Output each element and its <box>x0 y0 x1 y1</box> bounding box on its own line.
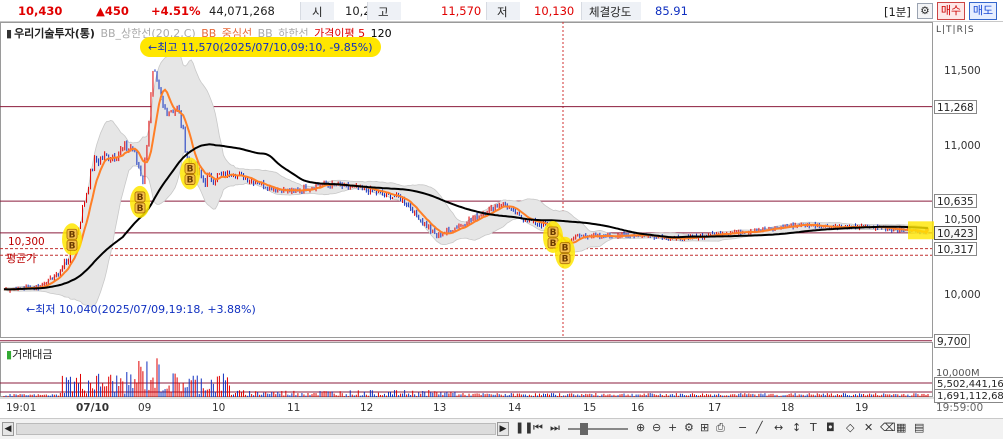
price-pane-frame <box>0 22 933 338</box>
level-10300-label: 10,300 <box>8 236 45 248</box>
time-axis-label: 09 <box>138 402 152 414</box>
buy-marker-label: B <box>187 176 194 186</box>
settings-icon[interactable]: ⚙ <box>684 421 694 434</box>
current-price: 10,430 <box>18 4 63 18</box>
low-price-note: ←최저 10,040(2025/07/09,19:18, +3.88%) <box>26 303 256 316</box>
vertical-line-icon[interactable]: ↕ <box>792 421 801 434</box>
price-axis-tick: 11,000 <box>944 139 981 152</box>
ruler-icon[interactable]: ⊞ <box>700 421 709 434</box>
camera-icon[interactable]: ◘ <box>826 421 835 434</box>
buy-marker-label: B <box>137 193 144 203</box>
time-axis-label: 07/10 <box>76 402 110 414</box>
horizontal-line-icon[interactable]: ↔ <box>774 421 783 434</box>
gear-icon[interactable]: ⚙ <box>917 3 933 19</box>
first-page-icon[interactable]: ⏮ <box>533 421 543 435</box>
zoom-slider-thumb[interactable] <box>580 423 588 435</box>
high-price: 11,570 <box>441 4 482 18</box>
last-page-icon[interactable]: ⏭ <box>550 421 560 435</box>
time-axis-label: 14 <box>508 402 522 414</box>
print-icon[interactable]: ⎙ <box>716 421 725 435</box>
price-change: ▲450 <box>96 4 129 18</box>
buy-marker-label: B <box>550 228 557 238</box>
strength-value: 85.91 <box>655 4 688 18</box>
price-axis-tick: 10,000 <box>944 289 981 301</box>
time-axis-label: 17 <box>708 402 722 414</box>
minus-icon[interactable]: − <box>738 421 747 434</box>
buy-marker-label: B <box>550 239 557 249</box>
stock-name: 우리기술투자(통) <box>14 27 95 40</box>
period-button[interactable]: [1분] <box>884 4 911 20</box>
price-level-label: 10,317 <box>934 241 977 256</box>
time-axis-label: 19:01 <box>6 402 37 414</box>
volume-level-2: 1,691,112,688 <box>934 389 1003 403</box>
price-level-label: 11,268 <box>934 99 977 114</box>
zoom-slider[interactable] <box>568 428 628 430</box>
price-chart[interactable]: BBBBBBBB BB <box>0 22 1003 418</box>
zoom-out-icon[interactable]: ⊖ <box>652 421 661 434</box>
buy-marker-label: B <box>562 255 569 265</box>
price-level-label: 10,423 <box>934 225 977 240</box>
time-axis-label: 19 <box>855 402 869 414</box>
price-level-label: 9,700 <box>934 333 971 348</box>
legend-marker-icon: ▮ <box>6 27 13 40</box>
chart-scrollbar[interactable] <box>16 423 496 435</box>
shape-tool-icon[interactable]: ◇ <box>846 421 854 434</box>
chart-bottom-toolbar: ◀ ▶ ❚❚ ⏮ ⏭ ⊕ ⊖ + ⚙ ⊞ ⎙ − ╱ ↔ ↕ T ◘ ◇ ✕ ⌫… <box>0 418 1003 439</box>
add-icon[interactable]: + <box>668 421 677 434</box>
last-time-label: 19:59:00 <box>936 402 984 414</box>
time-axis-label: 11 <box>287 402 301 414</box>
scroll-right-icon[interactable]: ▶ <box>497 422 509 436</box>
chart-mini-toolbar[interactable]: L|T|R|S <box>936 25 975 35</box>
text-tool-icon[interactable]: T <box>810 421 817 434</box>
avg-price-label: 평균가 <box>6 252 37 265</box>
price-axis-tick: 10,500 <box>944 214 981 227</box>
scroll-left-icon[interactable]: ◀ <box>2 422 14 436</box>
export-icon[interactable]: ▤ <box>914 421 924 434</box>
buy-marker-label: B <box>69 241 76 251</box>
delete-tool-icon[interactable]: ✕ <box>864 421 873 434</box>
current-price-highlight <box>908 221 934 240</box>
volume-pane-title: ▮거래대금 <box>6 348 53 361</box>
price-change-pct: +4.51% <box>151 4 201 18</box>
sell-button[interactable]: 매도 <box>969 2 997 20</box>
buy-marker-label: B <box>137 204 144 214</box>
time-axis-label: 13 <box>433 402 447 414</box>
price-level-label: 10,635 <box>934 194 977 209</box>
quote-bar: 10,430 ▲450 +4.51% 44,071,268 시 10,250 고… <box>0 0 1003 22</box>
open-label: 시 <box>312 5 323 19</box>
buy-marker-label: B <box>562 244 569 254</box>
high-price-note: ←최고 11,570(2025/07/10,09:10, -9.85%) <box>140 37 381 57</box>
zoom-in-icon[interactable]: ⊕ <box>636 421 645 434</box>
eraser-icon[interactable]: ⌫ <box>880 421 896 434</box>
trade-amount: 44,071,268 <box>209 4 275 18</box>
volume-pane-frame <box>0 342 933 397</box>
buy-marker-label: B <box>69 230 76 240</box>
high-label: 고 <box>378 5 389 19</box>
time-axis-label: 16 <box>631 402 645 414</box>
pause-icon[interactable]: ❚❚ <box>515 421 533 434</box>
time-axis-label: 10 <box>212 402 226 414</box>
buy-marker-label: B <box>187 165 194 175</box>
price-axis-tick: 11,500 <box>944 65 981 77</box>
time-axis-label: 15 <box>583 402 597 414</box>
low-label: 저 <box>497 5 508 19</box>
time-axis-label: 12 <box>360 402 374 414</box>
line-tool-icon[interactable]: ╱ <box>756 421 763 434</box>
low-price: 10,130 <box>534 4 575 18</box>
time-axis-label: 18 <box>781 402 795 414</box>
strength-label: 체결강도 <box>589 5 632 19</box>
grid-icon[interactable]: ▦ <box>896 421 906 434</box>
buy-button[interactable]: 매수 <box>937 2 965 20</box>
